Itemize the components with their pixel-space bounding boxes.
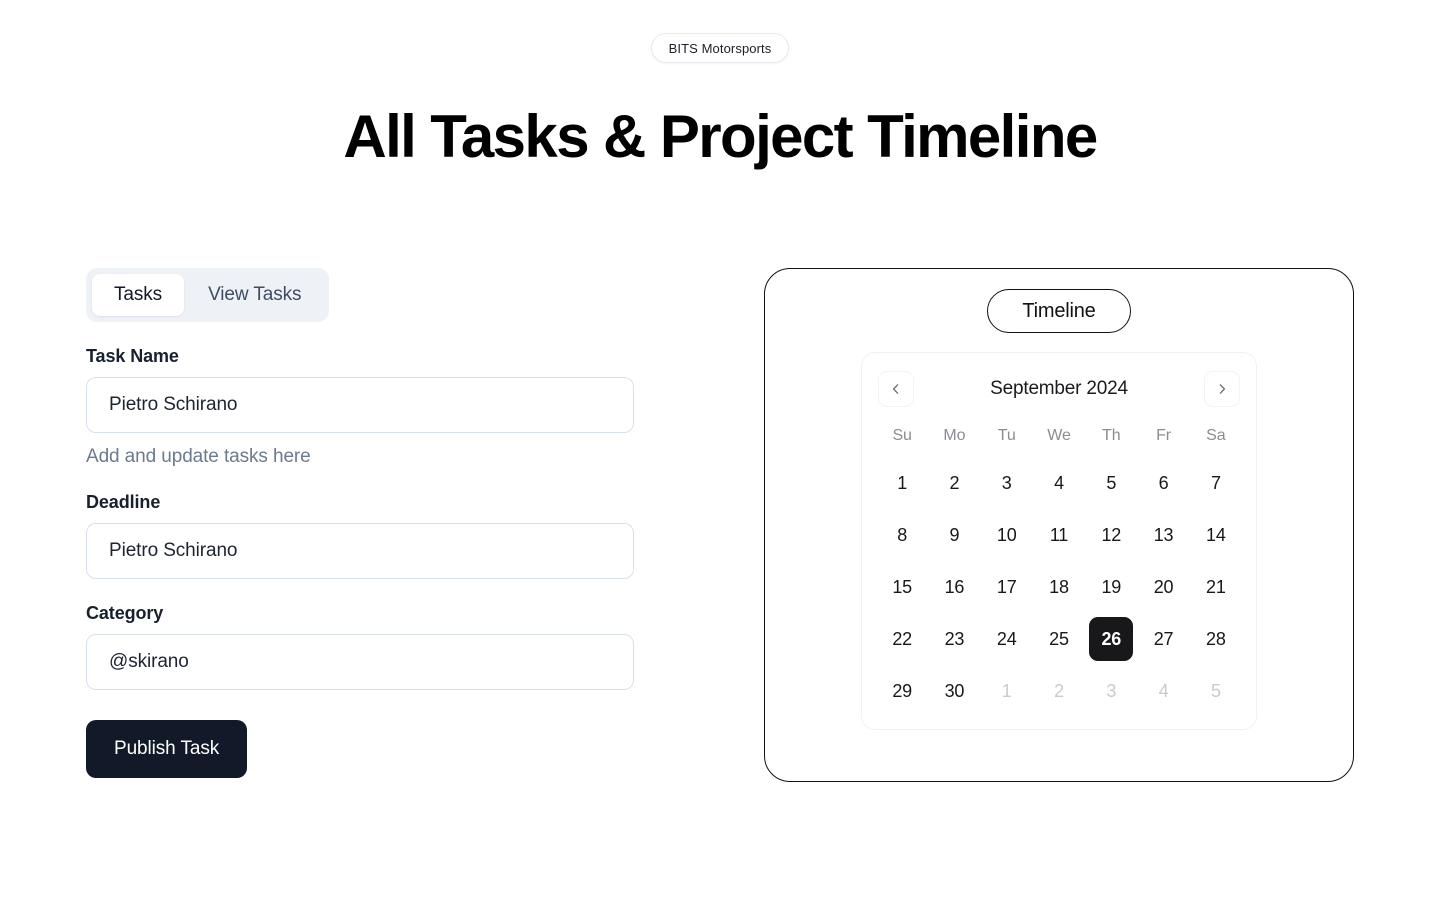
calendar-day[interactable]: 5: [1194, 669, 1238, 713]
calendar-day[interactable]: 8: [880, 513, 924, 557]
timeline-pill-button[interactable]: Timeline: [987, 289, 1131, 333]
task-name-helper-text: Add and update tasks here: [86, 446, 311, 467]
calendar-day[interactable]: 29: [880, 669, 924, 713]
calendar-day[interactable]: 4: [1037, 461, 1081, 505]
tab-bar: Tasks View Tasks: [86, 268, 330, 322]
calendar-day[interactable]: 13: [1142, 513, 1186, 557]
task-name-label: Task Name: [86, 346, 179, 366]
calendar-grid: Su Mo Tu We Th Fr Sa 1 2 3 4 5 6 7 8 9 10 11 12 13 14 15 16 17 1…: [876, 419, 1242, 713]
calendar-weekday-fr: Fr: [1156, 427, 1172, 444]
timeline-panel: Timeline September 2024 Su Mo Tu We Th F…: [764, 268, 1354, 782]
calendar-day[interactable]: 3: [985, 461, 1029, 505]
calendar-day[interactable]: 18: [1037, 565, 1081, 609]
chevron-right-icon: [1215, 382, 1229, 396]
field-category: Category: [86, 603, 634, 690]
tab-tasks[interactable]: Tasks: [92, 274, 185, 316]
calendar-day[interactable]: 20: [1142, 565, 1186, 609]
calendar-day[interactable]: 5: [1089, 461, 1133, 505]
page-title: All Tasks & Project Timeline: [343, 103, 1098, 170]
calendar-day-selected[interactable]: 26: [1089, 617, 1134, 661]
calendar-month-label: September 2024: [990, 378, 1128, 399]
app-page: BITS Motorsports All Tasks & Project Tim…: [0, 0, 1440, 900]
calendar-day[interactable]: 11: [1037, 513, 1081, 557]
calendar-day[interactable]: 10: [985, 513, 1029, 557]
task-name-input[interactable]: [86, 377, 634, 433]
calendar-day[interactable]: 2: [1037, 669, 1081, 713]
calendar-day[interactable]: 3: [1089, 669, 1133, 713]
calendar-day[interactable]: 23: [932, 617, 976, 661]
calendar-weekday-we: We: [1047, 427, 1071, 444]
calendar-day[interactable]: 24: [985, 617, 1029, 661]
calendar-day[interactable]: 15: [880, 565, 924, 609]
brand-badge-container: BITS Motorsports: [0, 0, 1440, 63]
calendar-day[interactable]: 14: [1194, 513, 1238, 557]
calendar-next-month-button[interactable]: [1204, 371, 1240, 407]
deadline-label: Deadline: [86, 492, 161, 512]
calendar-weekday-th: Th: [1102, 427, 1121, 444]
calendar-day[interactable]: 19: [1089, 565, 1133, 609]
deadline-input[interactable]: [86, 523, 634, 579]
field-deadline: Deadline: [86, 492, 634, 579]
calendar-header: September 2024: [876, 369, 1242, 409]
calendar-day[interactable]: 30: [932, 669, 976, 713]
calendar-day[interactable]: 21: [1194, 565, 1238, 609]
calendar-day[interactable]: 22: [880, 617, 924, 661]
calendar-day[interactable]: 28: [1194, 617, 1238, 661]
calendar-weekday-mo: Mo: [943, 427, 966, 444]
calendar-day[interactable]: 27: [1142, 617, 1186, 661]
calendar-day[interactable]: 7: [1194, 461, 1238, 505]
timeline-column: Timeline September 2024 Su Mo Tu We Th F…: [764, 268, 1354, 782]
calendar-day[interactable]: 6: [1142, 461, 1186, 505]
chevron-left-icon: [889, 382, 903, 396]
calendar-weekday-sa: Sa: [1206, 427, 1226, 444]
brand-badge: BITS Motorsports: [650, 33, 790, 63]
calendar-prev-month-button[interactable]: [878, 371, 914, 407]
category-label: Category: [86, 603, 164, 623]
tab-view-tasks[interactable]: View Tasks: [186, 274, 323, 316]
calendar-weekday-su: Su: [892, 427, 912, 444]
publish-task-button[interactable]: Publish Task: [86, 720, 248, 778]
calendar-day[interactable]: 12: [1089, 513, 1133, 557]
task-form-column: Tasks View Tasks Task Name Add and updat…: [86, 268, 634, 778]
calendar-card: September 2024 Su Mo Tu We Th Fr Sa 1 2 3 4 5 6 7 8 9 10…: [861, 352, 1257, 730]
calendar-day[interactable]: 16: [932, 565, 976, 609]
category-input[interactable]: [86, 634, 634, 690]
calendar-day[interactable]: 1: [880, 461, 924, 505]
calendar-day[interactable]: 1: [985, 669, 1029, 713]
field-task-name: Task Name Add and update tasks here: [86, 346, 634, 468]
calendar-day[interactable]: 4: [1142, 669, 1186, 713]
calendar-day[interactable]: 17: [985, 565, 1029, 609]
calendar-day[interactable]: 25: [1037, 617, 1081, 661]
main-content: Tasks View Tasks Task Name Add and updat…: [0, 268, 1440, 782]
calendar-weekday-tu: Tu: [997, 427, 1016, 444]
calendar-day[interactable]: 9: [932, 513, 976, 557]
calendar-day[interactable]: 2: [932, 461, 976, 505]
